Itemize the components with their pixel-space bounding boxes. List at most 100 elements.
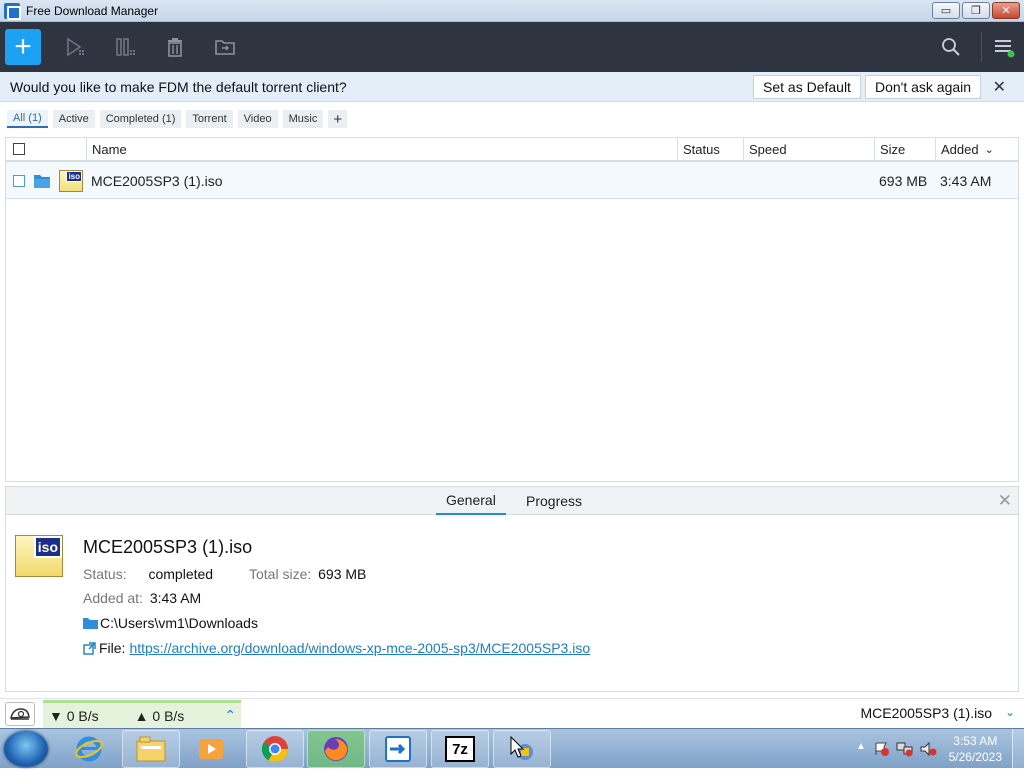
details-folder-row[interactable]: C:\Users\vm1\Downloads <box>83 615 258 631</box>
toolbar-right <box>939 22 1024 72</box>
filter-music[interactable]: Music <box>282 110 324 128</box>
fdm-app-icon <box>4 2 21 20</box>
maximize-button[interactable]: ❐ <box>962 2 990 19</box>
clock-time: 3:53 AM <box>953 734 998 748</box>
row-checkbox[interactable] <box>13 175 25 187</box>
network-tool-icon[interactable] <box>493 730 551 768</box>
chevron-down-icon[interactable]: ⌄ <box>1005 705 1015 719</box>
download-speed: ▼ 0 B/s <box>49 707 99 724</box>
taskbar-clock[interactable]: 3:53 AM 5/26/2023 <box>949 733 1002 765</box>
media-player-icon[interactable] <box>182 730 240 768</box>
7zip-label: 7z <box>445 736 475 762</box>
details-status-row: Status: completed <box>83 566 213 582</box>
close-notification-button[interactable]: ✕ <box>993 77 1006 97</box>
window-controls: ▭ ❐ ✕ <box>932 2 1020 19</box>
iso-file-large-icon: iso <box>15 535 63 577</box>
hamburger-menu-icon[interactable] <box>992 35 1016 59</box>
upload-speed: ▲ 0 B/s <box>134 707 185 724</box>
details-file-name: MCE2005SP3 (1).iso <box>83 537 253 557</box>
folder-icon <box>83 618 98 629</box>
details-file-row: File: https://archive.org/download/windo… <box>83 640 590 656</box>
show-desktop-button[interactable] <box>1012 729 1024 769</box>
row-size: 693 MB <box>879 173 928 189</box>
total-size-value: 693 MB <box>318 566 367 582</box>
filter-completed[interactable]: Completed (1) <box>99 110 182 128</box>
details-tabs: General Progress ✕ <box>6 487 1018 515</box>
total-size-key: Total size: <box>249 566 312 582</box>
internet-explorer-icon[interactable] <box>60 730 118 768</box>
added-key: Added at: <box>83 590 143 606</box>
minimize-button[interactable]: ▭ <box>932 2 960 19</box>
table-header: Name Status Speed Size Added ⌄ <box>6 138 1018 161</box>
column-speed[interactable]: Speed <box>743 138 874 160</box>
status-key: Status: <box>83 566 127 582</box>
downloads-table: Name Status Speed Size Added ⌄ iso MCE20… <box>5 137 1019 482</box>
iso-file-label: iso <box>66 171 82 182</box>
network-status-icon[interactable] <box>896 741 914 757</box>
file-explorer-icon[interactable] <box>122 730 180 768</box>
chrome-icon[interactable] <box>246 730 304 768</box>
clock-date: 5/26/2023 <box>948 750 1002 764</box>
add-filter-button[interactable]: + <box>328 110 348 128</box>
row-added: 3:43 AM <box>940 173 992 189</box>
7zip-icon[interactable]: 7z <box>431 730 489 768</box>
add-download-button[interactable]: + <box>5 29 41 65</box>
filter-all[interactable]: All (1) <box>7 110 48 128</box>
close-details-button[interactable]: ✕ <box>998 491 1012 511</box>
play-icon[interactable] <box>63 35 87 59</box>
tab-progress[interactable]: Progress <box>526 487 582 515</box>
iso-file-large-label: iso <box>33 536 62 558</box>
windows-taskbar: 7z ▲ 3:53 AM 5/26/2023 <box>0 728 1024 769</box>
window-titlebar: Free Download Manager ▭ ❐ ✕ <box>0 0 1024 22</box>
toolbar-separator <box>981 32 982 62</box>
main-toolbar: + <box>0 22 1024 72</box>
default-client-notification: Would you like to make FDM the default t… <box>0 72 1024 102</box>
filter-tabs: All (1) Active Completed (1) Torrent Vid… <box>0 102 1024 136</box>
filter-torrent[interactable]: Torrent <box>186 110 233 128</box>
file-source-link[interactable]: https://archive.org/download/windows-xp-… <box>129 640 590 656</box>
column-added-label: Added <box>941 141 979 157</box>
column-name[interactable]: Name <box>86 138 677 160</box>
column-status[interactable]: Status <box>677 138 743 160</box>
pause-icon[interactable] <box>113 35 137 59</box>
column-size[interactable]: Size <box>874 138 935 160</box>
close-window-button[interactable]: ✕ <box>992 2 1020 19</box>
firefox-icon[interactable] <box>307 730 365 768</box>
fdm-icon[interactable] <box>369 730 427 768</box>
open-folder-icon[interactable] <box>33 162 51 200</box>
volume-muted-icon[interactable] <box>920 741 938 757</box>
set-as-default-button[interactable]: Set as Default <box>753 75 861 99</box>
current-file-name[interactable]: MCE2005SP3 (1).iso <box>860 705 992 721</box>
trash-icon[interactable] <box>163 35 187 59</box>
move-folder-icon[interactable] <box>213 35 237 59</box>
action-center-flag-icon[interactable] <box>874 741 890 757</box>
iso-file-icon: iso <box>59 162 83 200</box>
search-icon[interactable] <box>939 35 963 59</box>
speed-mode-turtle-icon[interactable] <box>5 702 35 726</box>
show-hidden-icons-arrow[interactable]: ▲ <box>856 741 866 752</box>
filter-active[interactable]: Active <box>52 110 95 128</box>
column-added[interactable]: Added ⌄ <box>935 138 1018 160</box>
details-added-row: Added at: 3:43 AM <box>83 590 201 606</box>
sort-desc-icon: ⌄ <box>984 143 994 156</box>
start-button[interactable] <box>4 731 48 767</box>
folder-path: C:\Users\vm1\Downloads <box>100 615 258 631</box>
added-value: 3:43 AM <box>149 590 202 606</box>
table-row[interactable]: iso MCE2005SP3 (1).iso 693 MB 3:43 AM <box>6 161 1018 199</box>
expand-speed-chevron-icon[interactable]: ⌃ <box>224 707 236 724</box>
details-total-row: Total size: 693 MB <box>249 566 366 582</box>
file-key: File: <box>99 640 126 656</box>
external-link-icon <box>83 641 96 655</box>
status-bar: ▼ 0 B/s ▲ 0 B/s ⌃ MCE2005SP3 (1).iso ⌄ <box>0 698 1024 728</box>
window-title: Free Download Manager <box>26 3 159 18</box>
select-all-checkbox-cell <box>6 138 86 160</box>
status-value: completed <box>148 566 214 582</box>
dont-ask-again-button[interactable]: Don't ask again <box>865 75 982 99</box>
row-checkbox-cell <box>13 162 25 200</box>
notification-message: Would you like to make FDM the default t… <box>10 78 347 95</box>
speed-indicator: ▼ 0 B/s ▲ 0 B/s ⌃ <box>43 700 241 728</box>
details-panel: General Progress ✕ iso MCE2005SP3 (1).is… <box>5 486 1019 692</box>
select-all-checkbox[interactable] <box>13 143 25 155</box>
filter-video[interactable]: Video <box>237 110 278 128</box>
tab-general[interactable]: General <box>436 487 506 515</box>
